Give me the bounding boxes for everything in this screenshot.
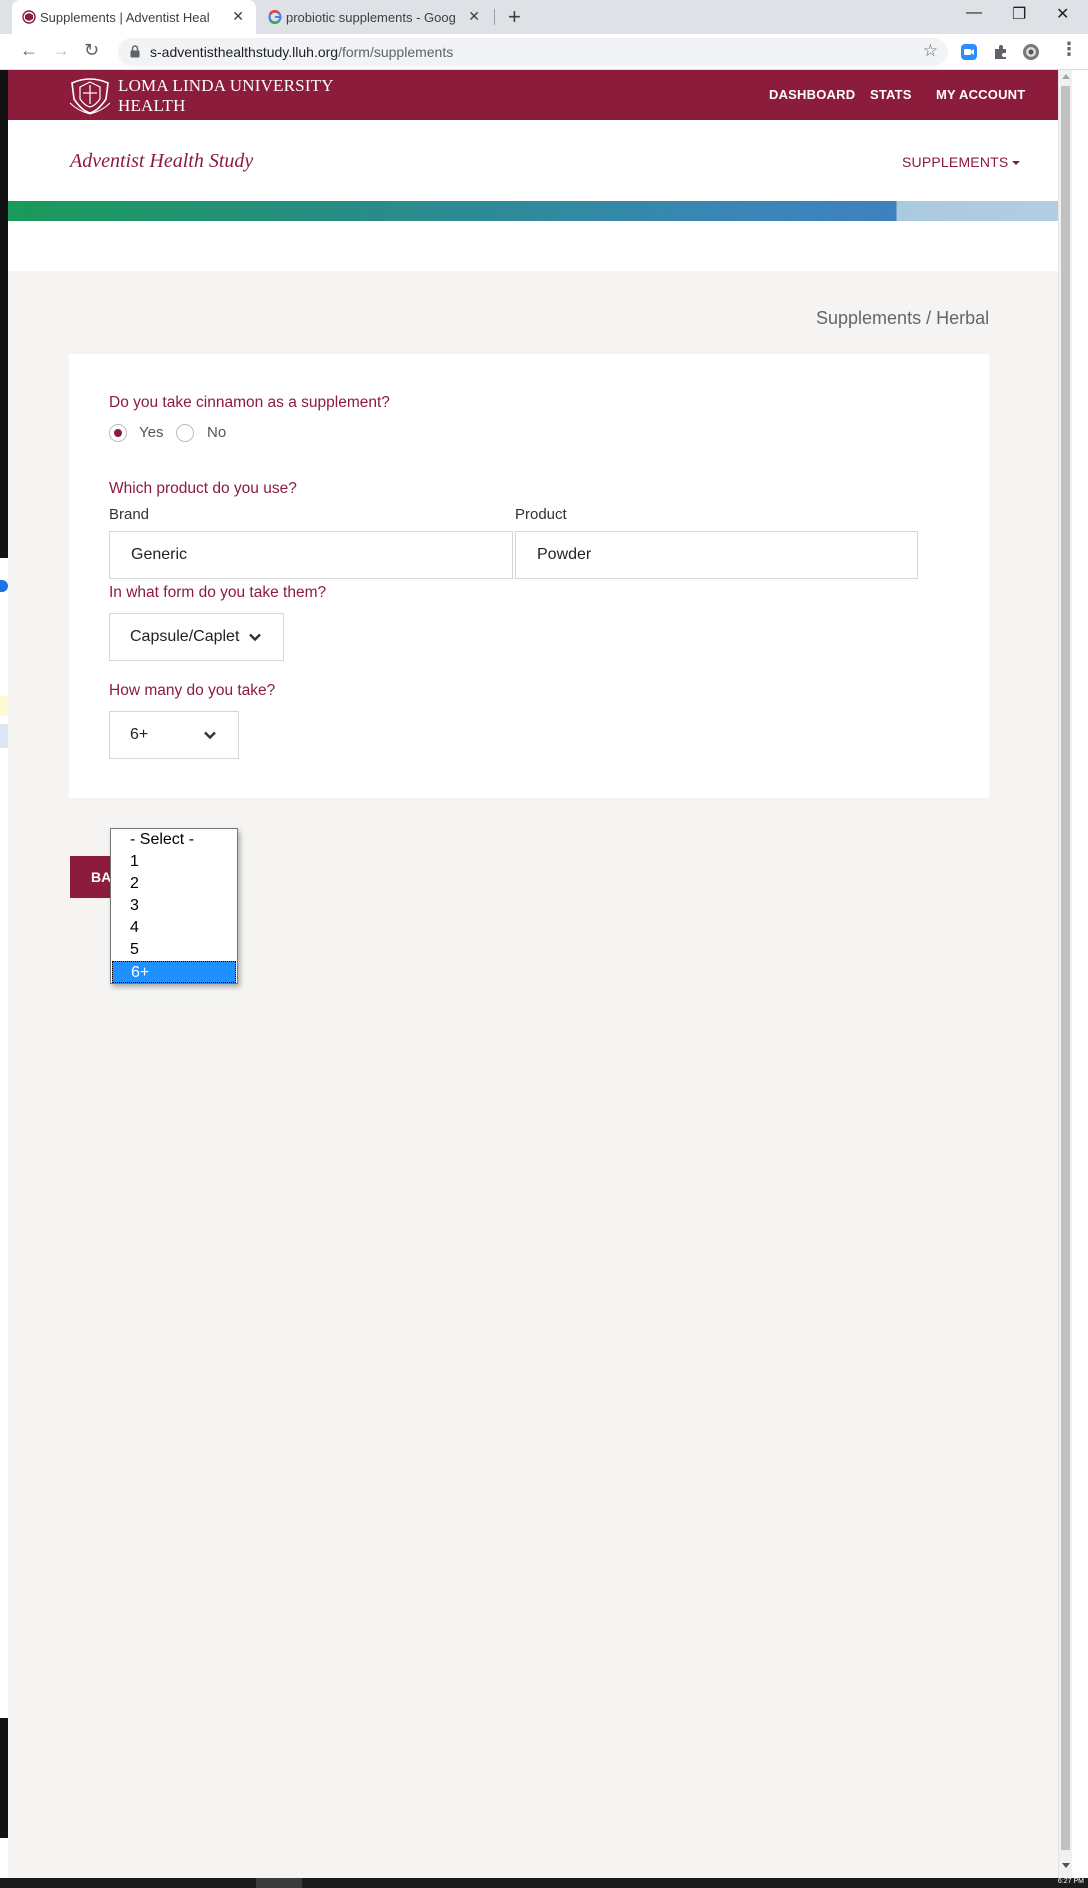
count-select-value: 6+ bbox=[130, 726, 149, 743]
radio-yes-label[interactable]: Yes bbox=[139, 424, 163, 441]
count-option[interactable]: 4 bbox=[111, 917, 237, 939]
new-tab-icon[interactable]: + bbox=[508, 4, 521, 30]
brand-input-value: Generic bbox=[131, 546, 188, 563]
product-input[interactable]: Powder bbox=[515, 531, 918, 579]
address-bar[interactable]: s-adventisthealthstudy.lluh.org/form/sup… bbox=[118, 38, 948, 66]
taskbar-button[interactable] bbox=[256, 1878, 302, 1888]
url-host: s-adventisthealthstudy.lluh.org bbox=[150, 44, 339, 60]
university-name-line1: LOMA LINDA UNIVERSITY bbox=[118, 76, 334, 95]
scrollbar-thumb[interactable] bbox=[1061, 86, 1070, 1850]
taskbar-clock: 6:27 PM bbox=[1057, 1878, 1084, 1885]
forward-arrow-icon[interactable]: → bbox=[52, 40, 70, 61]
count-option[interactable]: - Select - bbox=[111, 829, 237, 851]
question-count: How many do you take? bbox=[109, 682, 276, 699]
count-select[interactable]: 6+ bbox=[109, 711, 239, 759]
close-tab-icon[interactable]: ✕ bbox=[232, 8, 244, 25]
browser-tab-inactive[interactable]: probiotic supplements - Google Search ✕ bbox=[258, 0, 492, 34]
reload-icon[interactable]: ↻ bbox=[84, 40, 99, 61]
nav-my-account[interactable]: MY ACCOUNT bbox=[936, 87, 1025, 102]
browser-tabstrip: Supplements | Adventist Health Study ✕ p… bbox=[0, 0, 1088, 34]
radio-no-label[interactable]: No bbox=[207, 424, 226, 441]
window-close-icon[interactable]: ✕ bbox=[1056, 4, 1069, 24]
count-option[interactable]: 2 bbox=[111, 873, 237, 895]
university-crest-icon[interactable] bbox=[68, 73, 112, 115]
bookmark-star-icon[interactable]: ☆ bbox=[923, 41, 938, 61]
brand-label: Brand bbox=[109, 506, 150, 523]
supplements-menu[interactable]: SUPPLEMENTS bbox=[902, 154, 1021, 170]
crest-favicon-icon bbox=[22, 10, 36, 24]
brand-input[interactable]: Generic bbox=[109, 531, 513, 579]
maximize-icon[interactable]: ❐ bbox=[1012, 4, 1026, 24]
question-cinnamon: Do you take cinnamon as a supplement? bbox=[109, 394, 390, 411]
count-option[interactable]: 5 bbox=[111, 939, 237, 961]
progress-bar bbox=[8, 201, 1071, 221]
radio-no[interactable] bbox=[176, 424, 194, 442]
tab-title: probiotic supplements - Google Search bbox=[286, 9, 456, 25]
minimize-icon[interactable]: — bbox=[966, 4, 982, 22]
nav-dashboard[interactable]: DASHBOARD bbox=[769, 87, 855, 102]
radio-yes[interactable] bbox=[109, 424, 127, 442]
supplement-form-card: Do you take cinnamon as a supplement? Ye… bbox=[69, 354, 989, 798]
profile-avatar-icon[interactable] bbox=[1022, 43, 1040, 61]
form-select-value: Capsule/Caplet bbox=[130, 628, 240, 645]
site-title[interactable]: Adventist Health Study bbox=[70, 150, 253, 173]
chrome-menu-icon[interactable]: ⋮ bbox=[1060, 39, 1078, 60]
back-arrow-icon[interactable]: ← bbox=[20, 40, 38, 61]
lock-icon bbox=[130, 45, 140, 58]
caret-down-icon bbox=[1012, 161, 1021, 166]
supplements-menu-label: SUPPLEMENTS bbox=[902, 154, 1009, 170]
question-product: Which product do you use? bbox=[109, 480, 297, 497]
os-taskbar: 6:27 PM bbox=[0, 1878, 1088, 1888]
scroll-up-icon[interactable] bbox=[1062, 74, 1070, 79]
google-favicon-icon bbox=[268, 10, 282, 24]
product-label: Product bbox=[515, 506, 567, 523]
right-edge bbox=[1072, 70, 1088, 1878]
university-name-line2: HEALTH bbox=[118, 96, 186, 115]
tab-title: Supplements | Adventist Health Study bbox=[40, 9, 210, 25]
page-scrollbar[interactable] bbox=[1058, 70, 1072, 1878]
tab-separator bbox=[494, 9, 495, 25]
zoom-extension-icon[interactable] bbox=[960, 43, 978, 61]
left-edge-strip bbox=[0, 70, 8, 1878]
site-subheader: Adventist Health Study SUPPLEMENTS bbox=[8, 120, 1071, 271]
browser-tab-active[interactable]: Supplements | Adventist Health Study ✕ bbox=[12, 0, 256, 34]
chevron-down-icon bbox=[204, 731, 216, 740]
scroll-down-icon[interactable] bbox=[1062, 1863, 1070, 1868]
count-option[interactable]: 3 bbox=[111, 895, 237, 917]
close-tab-icon[interactable]: ✕ bbox=[468, 8, 480, 25]
url-path: /form/supplements bbox=[338, 44, 454, 60]
chevron-down-icon bbox=[249, 633, 261, 642]
university-name[interactable]: LOMA LINDA UNIVERSITY HEALTH bbox=[118, 76, 334, 116]
browser-toolbar: ← → ↻ s-adventisthealthstudy.lluh.org/fo… bbox=[0, 34, 1088, 70]
count-option[interactable]: 1 bbox=[111, 851, 237, 873]
count-select-dropdown: - Select - 1 2 3 4 5 6+ bbox=[110, 828, 238, 984]
count-option-selected[interactable]: 6+ bbox=[112, 961, 236, 983]
nav-stats[interactable]: STATS bbox=[870, 87, 912, 102]
product-input-value: Powder bbox=[537, 546, 592, 563]
form-select[interactable]: Capsule/Caplet bbox=[109, 613, 284, 661]
puzzle-extensions-icon[interactable] bbox=[992, 43, 1010, 61]
breadcrumb: Supplements / Herbal bbox=[816, 308, 990, 328]
question-form: In what form do you take them? bbox=[109, 584, 327, 601]
page-viewport: LOMA LINDA UNIVERSITY HEALTH DASHBOARD S… bbox=[0, 70, 1088, 1878]
university-brand-bar: LOMA LINDA UNIVERSITY HEALTH DASHBOARD S… bbox=[8, 70, 1071, 120]
